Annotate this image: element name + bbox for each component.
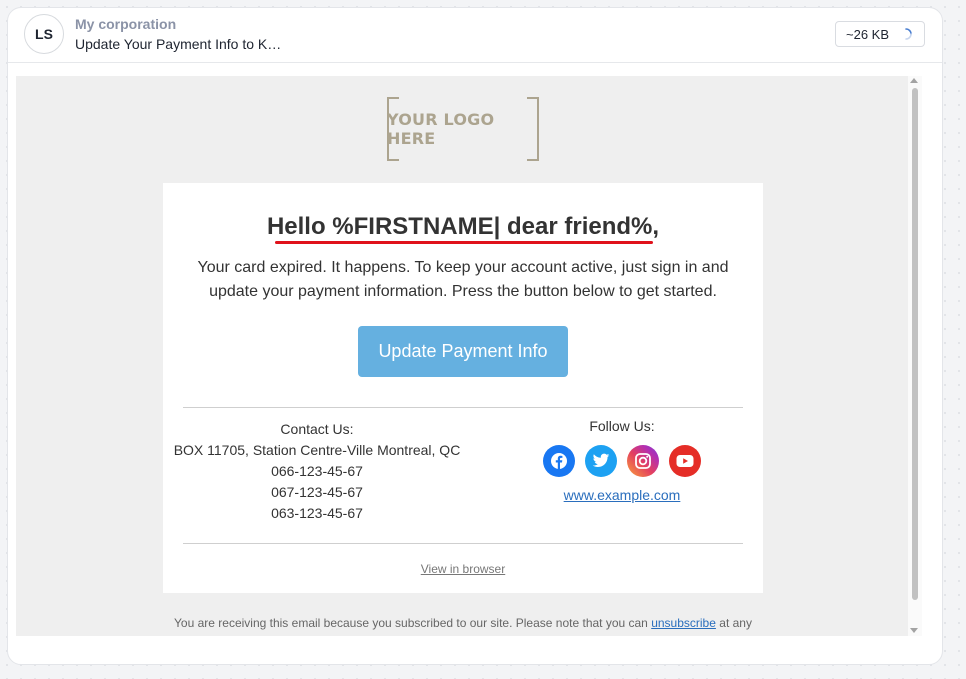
divider — [183, 407, 743, 408]
footer-text: You are receiving this email because you… — [174, 616, 648, 630]
avatar: LS — [24, 14, 64, 54]
contact-section: Contact Us: BOX 11705, Station Centre-Vi… — [163, 419, 471, 524]
logo-bracket-right — [527, 97, 539, 161]
size-badge: ~26 KB — [835, 21, 925, 47]
social-links — [522, 445, 722, 477]
sender-name: My corporation — [75, 16, 177, 32]
contact-heading: Contact Us: — [280, 421, 354, 437]
youtube-icon[interactable] — [669, 445, 701, 477]
follow-heading: Follow Us: — [589, 418, 655, 434]
intro-text: Your card expired. It happens. To keep y… — [197, 259, 729, 300]
contact-phone: 067-123-45-67 — [271, 484, 363, 500]
view-in-browser-link[interactable]: View in browser — [163, 562, 763, 576]
footer-note: You are receiving this email because you… — [163, 614, 763, 632]
scroll-up-icon[interactable] — [910, 78, 918, 83]
size-label: ~26 KB — [846, 26, 890, 42]
email-body: Hello %FIRSTNAME| dear friend%, Your car… — [163, 183, 763, 593]
website-link[interactable]: www.example.com — [522, 487, 722, 503]
divider — [183, 543, 743, 544]
scrollbar-thumb[interactable] — [912, 88, 918, 600]
loading-spinner-icon — [905, 28, 912, 40]
spellcheck-underline — [275, 241, 653, 244]
email-preview[interactable]: YOUR LOGO HERE Hello %FIRSTNAME| dear fr… — [16, 76, 918, 636]
logo-placeholder: YOUR LOGO HERE — [387, 97, 539, 161]
logo-bracket-left — [387, 97, 399, 161]
unsubscribe-link[interactable]: unsubscribe — [651, 616, 716, 630]
instagram-icon[interactable] — [627, 445, 659, 477]
logo-text: YOUR LOGO HERE — [387, 110, 495, 148]
follow-section: Follow Us: www.example.com — [522, 418, 722, 503]
contact-address: BOX 11705, Station Centre-Ville Montreal… — [173, 442, 461, 458]
contact-phone: 066-123-45-67 — [271, 463, 363, 479]
greeting-heading: Hello %FIRSTNAME| dear friend%, — [266, 213, 660, 240]
update-payment-button[interactable]: Update Payment Info — [358, 326, 568, 377]
email-header: LS My corporation Update Your Payment In… — [8, 8, 942, 63]
facebook-icon[interactable] — [543, 445, 575, 477]
contact-phone: 063-123-45-67 — [271, 505, 363, 521]
email-subject: Update Your Payment Info to K… — [75, 36, 282, 52]
footer-text-end: at any — [719, 616, 752, 630]
twitter-icon[interactable] — [585, 445, 617, 477]
scroll-down-icon[interactable] — [910, 628, 918, 633]
